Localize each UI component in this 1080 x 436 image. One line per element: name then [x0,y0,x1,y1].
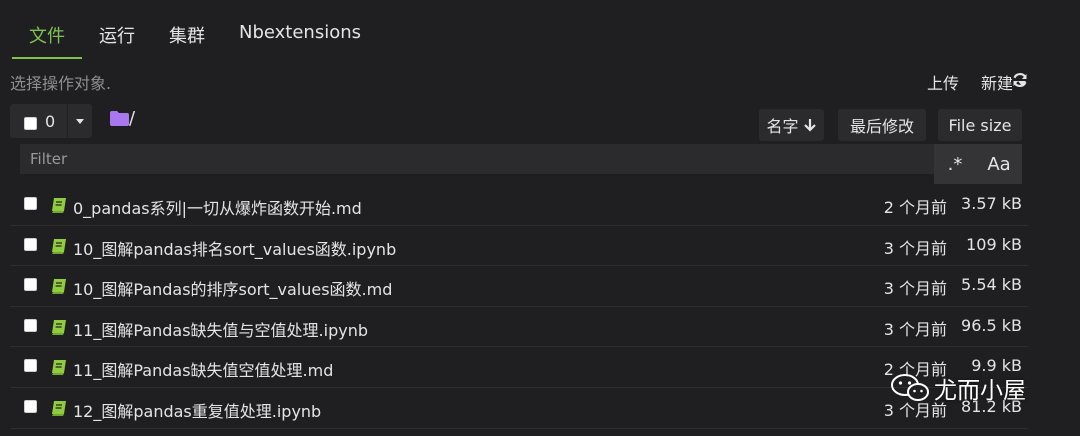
filter-input[interactable] [20,144,934,174]
watermark: 尤而小屋 [890,370,1026,406]
tab-clusters[interactable]: 集群 [152,18,222,57]
selection-hint: 选择操作对象. [10,74,112,93]
new-button-label: 新建 [980,74,1013,93]
file-size: 5.54 kB [961,275,1022,295]
regex-toggle-button[interactable]: .* [934,144,976,184]
file-modified: 3 个月前 [883,319,947,339]
sort-by-size-button[interactable]: File size [938,109,1022,141]
row-checkbox[interactable] [24,237,37,251]
file-size: 96.5 kB [961,315,1022,335]
sort-name-label: 名字 [766,117,799,136]
refresh-icon[interactable] [1011,71,1029,89]
tab-files[interactable]: 文件 [12,18,82,59]
sort-by-name-button[interactable]: 名字 [759,109,824,141]
notebook-icon [52,319,66,335]
selection-toolbar: 0 [10,103,92,139]
tab-running[interactable]: 运行 [82,18,152,57]
notebook-icon [52,238,66,254]
upload-button[interactable]: 上传 [927,70,959,94]
file-modified: 3 个月前 [883,238,947,258]
file-modified: 2 个月前 [883,198,947,217]
tab-nbextensions[interactable]: Nbextensions [222,18,378,52]
file-name-link[interactable]: 0_pandas系列|一切从爆炸函数开始.md [73,195,362,219]
row-checkbox[interactable] [24,278,37,292]
notebook-icon [52,279,66,295]
list-item[interactable]: 11_图解Pandas缺失值空值处理.md 2 个月前 9.9 kB [10,347,1028,388]
case-sensitive-toggle-button[interactable]: Aa [976,144,1022,184]
file-size: 109 kB [966,234,1022,254]
list-item[interactable]: 11_图解Pandas缺失值与空值处理.ipynb 3 个月前 96.5 kB [10,307,1028,348]
file-name-link[interactable]: 10_图解Pandas的排序sort_values函数.md [73,276,392,300]
list-item[interactable]: 10_图解pandas排名sort_values函数.ipynb 3 个月前 1… [10,226,1028,267]
notebook-icon [52,400,66,416]
divider [67,104,68,138]
breadcrumb-path[interactable]: / [129,108,135,129]
main-tabs: 文件 运行 集群 Nbextensions [12,18,378,59]
notebook-icon [52,198,66,213]
list-item[interactable]: 0_pandas系列|一切从爆炸函数开始.md 2 个月前 3.57 kB [10,185,1028,226]
file-name-link[interactable]: 10_图解pandas排名sort_values函数.ipynb [73,236,396,260]
notebook-icon [52,360,66,376]
row-checkbox[interactable] [24,359,37,373]
chevron-down-icon[interactable] [76,119,84,124]
filter-bar [20,144,1022,174]
select-all-dropdown[interactable]: 0 [10,104,92,138]
arrow-down-icon [803,119,816,132]
row-checkbox[interactable] [24,399,37,413]
file-name-link[interactable]: 11_图解Pandas缺失值空值处理.md [73,357,333,381]
watermark-text: 尤而小屋 [934,378,1026,404]
row-checkbox[interactable] [24,197,37,210]
list-item[interactable]: 10_图解Pandas的排序sort_values函数.md 3 个月前 5.5… [10,266,1028,307]
file-list: 0_pandas系列|一切从爆炸函数开始.md 2 个月前 3.57 kB 10… [10,185,1028,429]
wechat-icon [891,374,929,401]
file-name-link[interactable]: 12_图解pandas重复值处理.ipynb [73,398,321,422]
file-size: 3.57 kB [961,194,1022,213]
list-item[interactable]: 12_图解pandas重复值处理.ipynb 3 个月前 81.2 kB [10,388,1028,429]
select-all-checkbox[interactable] [24,117,37,130]
selected-count: 0 [45,112,56,131]
row-checkbox[interactable] [24,318,37,332]
sort-by-modified-button[interactable]: 最后修改 [838,109,926,141]
file-name-link[interactable]: 11_图解Pandas缺失值与空值处理.ipynb [73,317,368,341]
file-modified: 3 个月前 [883,279,947,299]
folder-icon[interactable] [110,111,129,126]
